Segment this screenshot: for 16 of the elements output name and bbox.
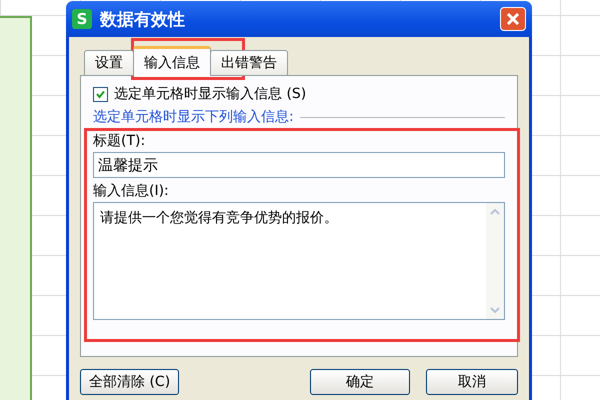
- checkbox-label: 选定单元格时显示输入信息 (S): [114, 85, 306, 103]
- tab[interactable]: 出错警告: [210, 50, 288, 76]
- tab[interactable]: 设置: [84, 50, 134, 76]
- checkbox[interactable]: [93, 86, 108, 102]
- group-label: 选定单元格时显示下列输入信息:: [93, 108, 294, 126]
- app-icon: S: [72, 9, 92, 29]
- dialog-button[interactable]: 全部清除 (C): [80, 369, 180, 395]
- close-icon: [506, 12, 520, 26]
- tab[interactable]: 输入信息: [133, 46, 211, 76]
- window-title: 数据有效性: [100, 8, 186, 30]
- close-button[interactable]: [500, 7, 526, 31]
- title-field[interactable]: 温馨提示: [93, 152, 505, 178]
- dialog-button[interactable]: 取消: [426, 369, 518, 395]
- field-label: 标题(T):: [93, 132, 146, 150]
- field-label: 输入信息(I):: [93, 182, 170, 200]
- dialog-button[interactable]: 确定: [310, 369, 410, 395]
